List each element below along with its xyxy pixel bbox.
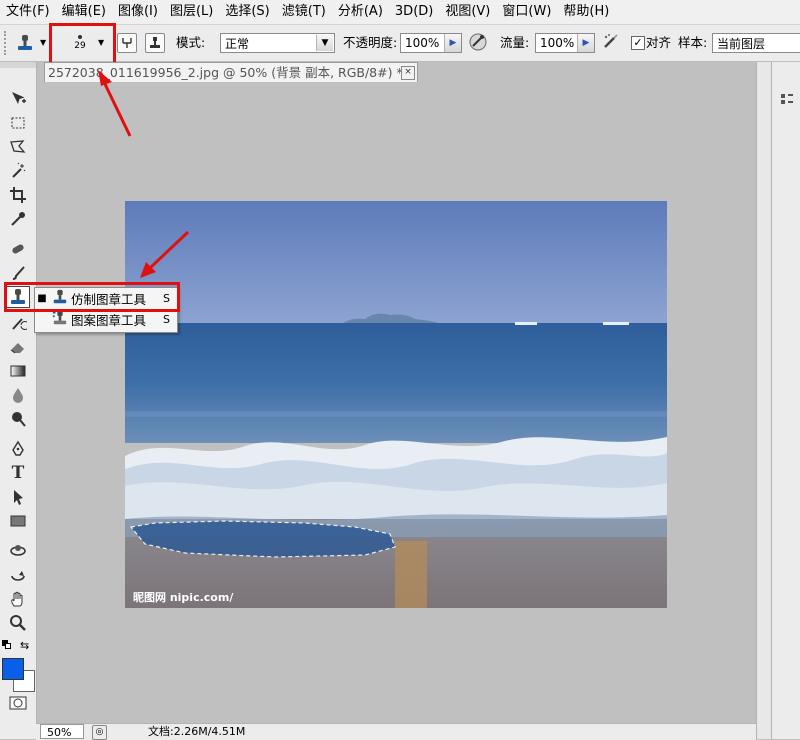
document-size: 文档:2.26M/4.51M (148, 725, 246, 738)
status-menu-icon[interactable]: ◎ (92, 725, 107, 740)
zoom-field[interactable]: 50% (40, 724, 84, 739)
arrow-up-icon (102, 81, 132, 137)
zoom-value: 50% (47, 726, 72, 739)
status-bar: 50% ◎ 文档:2.26M/4.51M (36, 723, 756, 740)
arrow-down-icon (148, 230, 190, 270)
annotation-arrows (98, 70, 190, 278)
